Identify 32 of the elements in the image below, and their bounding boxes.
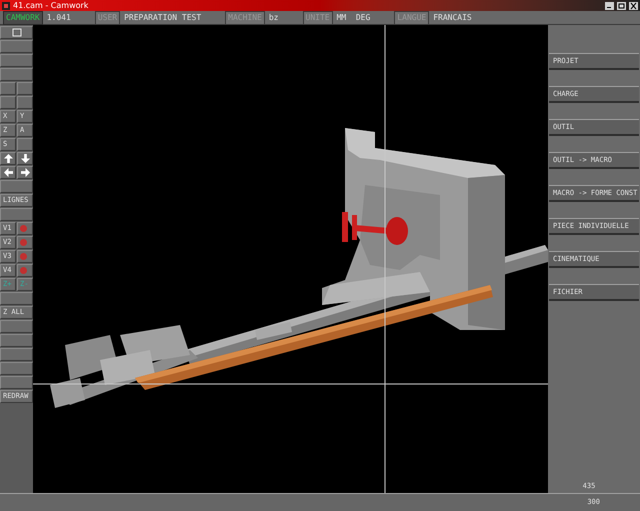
window-title: 41.cam - Camwork	[13, 2, 90, 10]
app-label: CAMWORK	[3, 10, 43, 24]
blank-button[interactable]	[0, 292, 33, 305]
field-value: MM DEG	[336, 12, 372, 24]
left-arrow-icon	[4, 168, 12, 177]
blank-button[interactable]	[0, 82, 16, 95]
minimize-icon[interactable]	[605, 2, 614, 10]
blank-button[interactable]	[0, 40, 33, 53]
blank-button[interactable]	[17, 82, 33, 95]
blank-button[interactable]	[0, 334, 33, 347]
app-icon	[2, 2, 10, 10]
blank-button[interactable]	[0, 320, 33, 333]
field-value: FRANCAIS	[432, 12, 473, 24]
down-arrow-icon	[20, 154, 30, 163]
frame-icon	[12, 28, 22, 37]
close-icon[interactable]	[629, 2, 638, 10]
blank-button[interactable]	[0, 96, 16, 109]
blank-button[interactable]	[0, 54, 33, 67]
blank-button[interactable]	[17, 96, 33, 109]
blank-button[interactable]	[0, 376, 33, 389]
field-value: 1.041	[46, 12, 72, 24]
blank-button[interactable]	[17, 138, 33, 151]
blank-button[interactable]	[0, 68, 33, 81]
right-arrow-icon	[20, 168, 30, 177]
blank-button[interactable]	[0, 180, 33, 193]
blank-button[interactable]	[0, 348, 33, 361]
up-arrow-icon	[4, 154, 12, 163]
restore-icon[interactable]	[617, 2, 626, 10]
blank-button[interactable]	[0, 208, 33, 221]
field-value: bz	[268, 12, 280, 24]
blank-button[interactable]	[0, 362, 33, 375]
field-value: PREPARATION TEST	[123, 12, 202, 24]
